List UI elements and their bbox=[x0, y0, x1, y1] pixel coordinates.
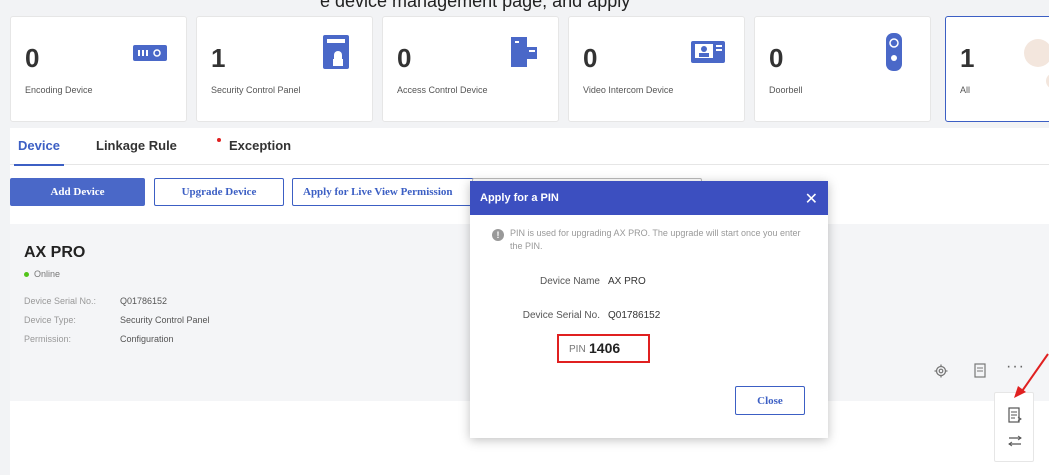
upgrade-device-button[interactable]: Upgrade Device bbox=[154, 178, 284, 206]
apply-pin-dialog: Apply for a PIN ✕ ! PIN is used for upgr… bbox=[470, 181, 828, 438]
card-count: 0 bbox=[397, 43, 412, 73]
card-access-control-device[interactable]: 0 Access Control Device bbox=[382, 16, 559, 122]
card-count: 0 bbox=[583, 43, 598, 73]
permission-value: Configuration bbox=[120, 334, 174, 344]
card-count: 0 bbox=[25, 43, 40, 73]
type-value: Security Control Panel bbox=[120, 315, 210, 325]
device-status: Online bbox=[24, 269, 60, 279]
access-icon bbox=[511, 37, 537, 67]
card-doorbell[interactable]: 0 Doorbell bbox=[754, 16, 931, 122]
device-name: AX PRO bbox=[24, 244, 86, 261]
annotation-arrow-icon bbox=[1014, 353, 1049, 398]
info-icon: ! bbox=[492, 229, 504, 241]
device-name-label: Device Name bbox=[539, 276, 600, 287]
card-label: All bbox=[960, 85, 971, 95]
tab-linkage-rule[interactable]: Linkage Rule bbox=[96, 138, 177, 153]
online-dot bbox=[24, 271, 29, 277]
pin-label: PIN bbox=[569, 344, 586, 355]
document-icon[interactable] bbox=[974, 363, 986, 378]
doorbell-icon bbox=[886, 33, 902, 71]
side-toolbar bbox=[994, 392, 1034, 462]
card-label: Doorbell bbox=[769, 85, 803, 95]
card-count: 1 bbox=[960, 43, 975, 73]
card-encoding-device[interactable]: 0 Encoding Device bbox=[10, 16, 187, 122]
type-label: Device Type: bbox=[24, 315, 76, 325]
permission-label: Permission: bbox=[24, 334, 72, 344]
serial-row: Device Serial No.: Q01786152 bbox=[24, 296, 167, 306]
dialog-title: Apply for a PIN bbox=[480, 192, 559, 204]
permission-row: Permission: Configuration bbox=[24, 334, 174, 344]
file-icon[interactable] bbox=[1008, 407, 1022, 423]
info-message: PIN is used for upgrading AX PRO. The up… bbox=[510, 228, 801, 251]
card-label: Access Control Device bbox=[397, 85, 488, 95]
card-all[interactable]: 1 All bbox=[945, 16, 1049, 122]
status-text: Online bbox=[34, 269, 61, 279]
close-button[interactable]: Close bbox=[735, 386, 805, 415]
dialog-header: Apply for a PIN bbox=[470, 181, 828, 215]
serial-label: Device Serial No.: bbox=[24, 296, 97, 306]
apply-live-view-permission-button[interactable]: Apply for Live View Permission bbox=[292, 178, 482, 206]
panel-icon bbox=[323, 35, 349, 69]
card-count: 1 bbox=[211, 43, 226, 73]
device-name-value: AX PRO bbox=[608, 276, 646, 287]
device-serial-value: Q01786152 bbox=[608, 310, 661, 321]
close-icon[interactable]: ✕ bbox=[805, 189, 818, 209]
type-row: Device Type: Security Control Panel bbox=[24, 315, 210, 325]
card-label: Security Control Panel bbox=[211, 85, 301, 95]
caption-text: e device management page, and apply bbox=[320, 0, 631, 11]
pin-value: 1406 bbox=[589, 340, 621, 356]
add-device-button[interactable]: Add Device bbox=[10, 178, 145, 206]
decorative-circles-icon bbox=[1024, 39, 1049, 88]
exception-alert-dot bbox=[217, 138, 221, 142]
card-label: Video Intercom Device bbox=[583, 85, 674, 95]
device-serial-label: Device Serial No. bbox=[522, 310, 600, 321]
filter-icon[interactable] bbox=[1008, 435, 1022, 447]
gear-icon[interactable] bbox=[934, 364, 948, 378]
card-count: 0 bbox=[769, 43, 784, 73]
tab-exception[interactable]: Exception bbox=[229, 138, 291, 153]
intercom-icon bbox=[691, 41, 725, 63]
card-video-intercom-device[interactable]: 0 Video Intercom Device bbox=[568, 16, 745, 122]
card-label: Encoding Device bbox=[25, 85, 93, 95]
card-security-control-panel[interactable]: 1 Security Control Panel bbox=[196, 16, 373, 122]
serial-value: Q01786152 bbox=[120, 296, 168, 306]
tab-bar: Device Linkage Rule Exception bbox=[10, 128, 1049, 166]
tab-device[interactable]: Device bbox=[14, 138, 64, 166]
nvr-icon bbox=[133, 45, 167, 61]
